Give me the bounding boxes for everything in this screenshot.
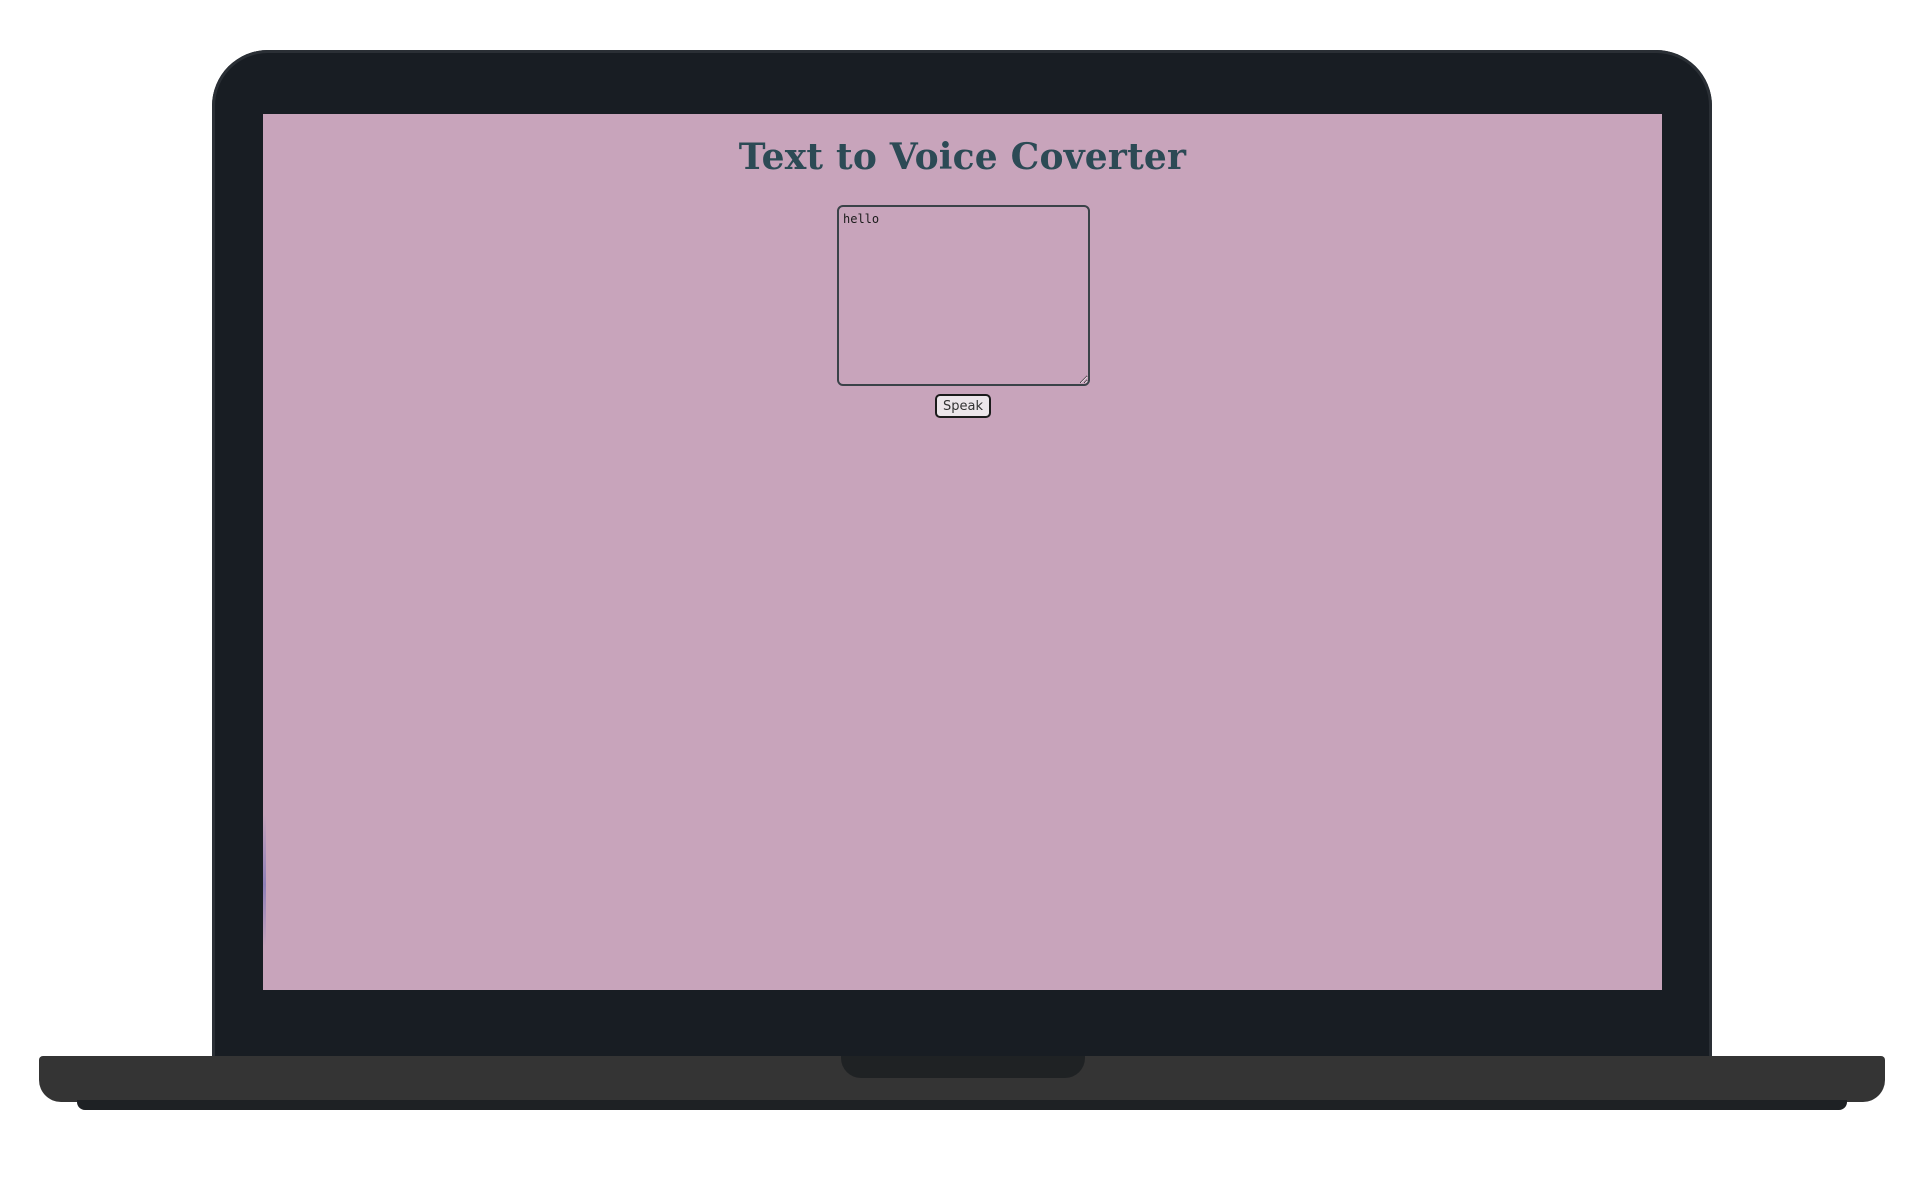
laptop-base-foot (77, 1100, 1847, 1110)
screen-edge (263, 114, 266, 990)
page-title: Text to Voice Coverter (738, 136, 1187, 178)
laptop-notch (841, 1056, 1085, 1078)
text-input[interactable]: hello (837, 205, 1090, 386)
text-input-wrapper: hello (837, 205, 1090, 386)
laptop-screen: Text to Voice Coverter hello Speak (263, 114, 1662, 990)
speak-button[interactable]: Speak (935, 394, 991, 418)
laptop-mockup: Text to Voice Coverter hello Speak (0, 0, 1920, 1178)
